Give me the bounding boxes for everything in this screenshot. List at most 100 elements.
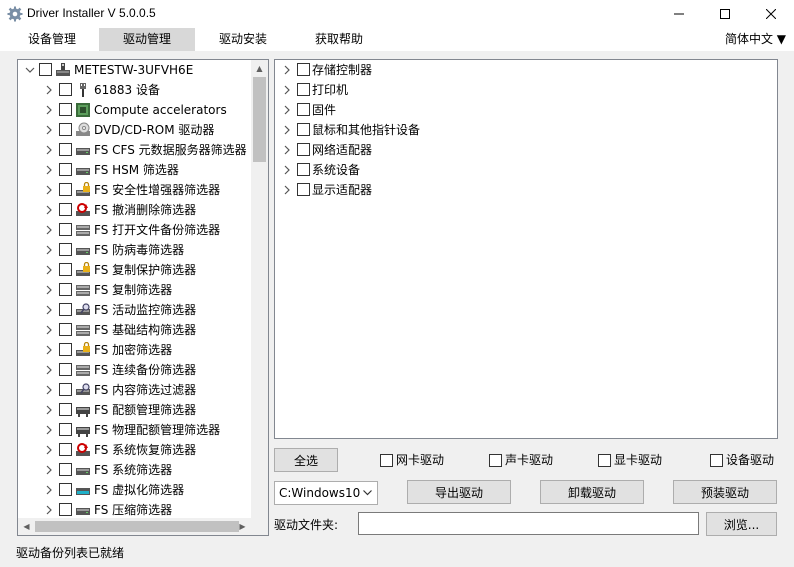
os-select[interactable]: C:Windows10 [274,481,378,505]
tree-item[interactable]: FS 配额管理筛选器 [18,400,252,420]
tree-item[interactable]: FS 复制保护筛选器 [18,260,252,280]
tree-vertical-scroll-thumb[interactable] [253,77,266,162]
tree-item[interactable]: FS 物理配额管理筛选器 [18,420,252,440]
device-driver-checkbox[interactable] [710,454,723,467]
tree-item-checkbox[interactable] [59,463,72,476]
tree-item[interactable]: FS 连续备份筛选器 [18,360,252,380]
category-item-checkbox[interactable] [297,63,310,76]
chevron-right-icon[interactable] [44,445,54,455]
chevron-right-icon[interactable] [44,265,54,275]
tree-root[interactable]: METESTW-3UFVH6E [18,60,252,80]
category-item[interactable]: 鼠标和其他指针设备 [275,120,509,140]
chevron-right-icon[interactable] [44,405,54,415]
chevron-right-icon[interactable] [44,165,54,175]
chevron-right-icon[interactable] [282,125,292,135]
tree-item[interactable]: FS HSM 筛选器 [18,160,252,180]
chevron-right-icon[interactable] [44,205,54,215]
chevron-right-icon[interactable] [44,425,54,435]
tree-item-checkbox[interactable] [59,403,72,416]
tree-item-checkbox[interactable] [59,503,72,516]
preinstall-driver-button[interactable]: 预装驱动 [673,480,777,504]
menu-device-management[interactable]: 设备管理 [8,28,96,51]
chevron-right-icon[interactable] [44,285,54,295]
category-item-checkbox[interactable] [297,183,310,196]
tree-item[interactable]: FS 安全性增强器筛选器 [18,180,252,200]
tree-item-checkbox[interactable] [59,163,72,176]
category-item-checkbox[interactable] [297,103,310,116]
minimize-button[interactable] [656,0,702,28]
category-item-checkbox[interactable] [297,123,310,136]
close-button[interactable] [748,0,794,28]
tree-item-checkbox[interactable] [59,83,72,96]
tree-item-checkbox[interactable] [59,223,72,236]
tree-item[interactable]: FS 系统筛选器 [18,460,252,480]
chevron-right-icon[interactable] [44,365,54,375]
tree-item-checkbox[interactable] [59,103,72,116]
driver-category-tree[interactable]: 存储控制器 打印机 固件 鼠标和其他指针设备 网络适配器 系统设备 显示适配器 [274,59,778,439]
category-item[interactable]: 打印机 [275,80,509,100]
chevron-right-icon[interactable] [44,125,54,135]
chevron-right-icon[interactable] [282,185,292,195]
browse-button[interactable]: 浏览... [706,512,777,536]
tree-root-checkbox[interactable] [39,63,52,76]
chevron-right-icon[interactable] [282,65,292,75]
tree-item[interactable]: DVD/CD-ROM 驱动器 [18,120,252,140]
language-dropdown[interactable]: 简体中文 ▼ [725,28,786,51]
tree-item-checkbox[interactable] [59,383,72,396]
tree-item[interactable]: FS 活动监控筛选器 [18,300,252,320]
tree-item[interactable]: FS 压缩筛选器 [18,500,252,520]
tree-item-checkbox[interactable] [59,263,72,276]
tree-item[interactable]: FS 加密筛选器 [18,340,252,360]
tree-item-checkbox[interactable] [59,203,72,216]
chevron-right-icon[interactable] [44,225,54,235]
tree-item-checkbox[interactable] [59,123,72,136]
scroll-right-arrow-icon[interactable]: ▶ [234,518,251,535]
tree-item[interactable]: FS 撤消删除筛选器 [18,200,252,220]
chevron-right-icon[interactable] [44,305,54,315]
tree-item-checkbox[interactable] [59,303,72,316]
maximize-button[interactable] [702,0,748,28]
category-item-checkbox[interactable] [297,83,310,96]
driver-folder-input[interactable] [358,512,699,535]
category-item-checkbox[interactable] [297,163,310,176]
category-item[interactable]: 存储控制器 [275,60,509,80]
chevron-right-icon[interactable] [44,505,54,515]
chevron-right-icon[interactable] [44,245,54,255]
chevron-right-icon[interactable] [282,85,292,95]
tree-item-checkbox[interactable] [59,323,72,336]
tree-item-checkbox[interactable] [59,283,72,296]
category-item-checkbox[interactable] [297,143,310,156]
tree-item[interactable]: Compute accelerators [18,100,252,120]
scroll-up-arrow-icon[interactable]: ▲ [251,60,268,77]
chevron-right-icon[interactable] [44,465,54,475]
menu-driver-management[interactable]: 驱动管理 [99,28,195,51]
sound-driver-checkbox[interactable] [489,454,502,467]
menu-get-help[interactable]: 获取帮助 [294,28,384,51]
category-item[interactable]: 网络适配器 [275,140,509,160]
chevron-right-icon[interactable] [44,485,54,495]
chevron-right-icon[interactable] [282,165,292,175]
tree-item[interactable]: FS 打开文件备份筛选器 [18,220,252,240]
tree-horizontal-scrollbar[interactable]: ◀ ▶ [18,518,268,535]
display-driver-checkbox[interactable] [598,454,611,467]
uninstall-driver-button[interactable]: 卸载驱动 [540,480,644,504]
chevron-right-icon[interactable] [44,325,54,335]
tree-item[interactable]: FS CFS 元数据服务器筛选器 [18,140,252,160]
tree-item-checkbox[interactable] [59,343,72,356]
chevron-right-icon[interactable] [282,105,292,115]
select-all-button[interactable]: 全选 [274,448,338,472]
tree-item-checkbox[interactable] [59,483,72,496]
category-item[interactable]: 固件 [275,100,509,120]
tree-item[interactable]: FS 防病毒筛选器 [18,240,252,260]
device-tree[interactable]: METESTW-3UFVH6E 61883 设备 Compute accelera… [17,59,269,536]
category-item[interactable]: 显示适配器 [275,180,509,200]
tree-item[interactable]: FS 内容筛选过滤器 [18,380,252,400]
tree-item[interactable]: 61883 设备 [18,80,252,100]
chevron-right-icon[interactable] [44,385,54,395]
tree-item[interactable]: FS 基础结构筛选器 [18,320,252,340]
category-item[interactable]: 系统设备 [275,160,509,180]
chevron-down-icon[interactable] [25,65,35,75]
menu-driver-install[interactable]: 驱动安装 [198,28,288,51]
tree-item[interactable]: FS 复制筛选器 [18,280,252,300]
tree-item-checkbox[interactable] [59,423,72,436]
